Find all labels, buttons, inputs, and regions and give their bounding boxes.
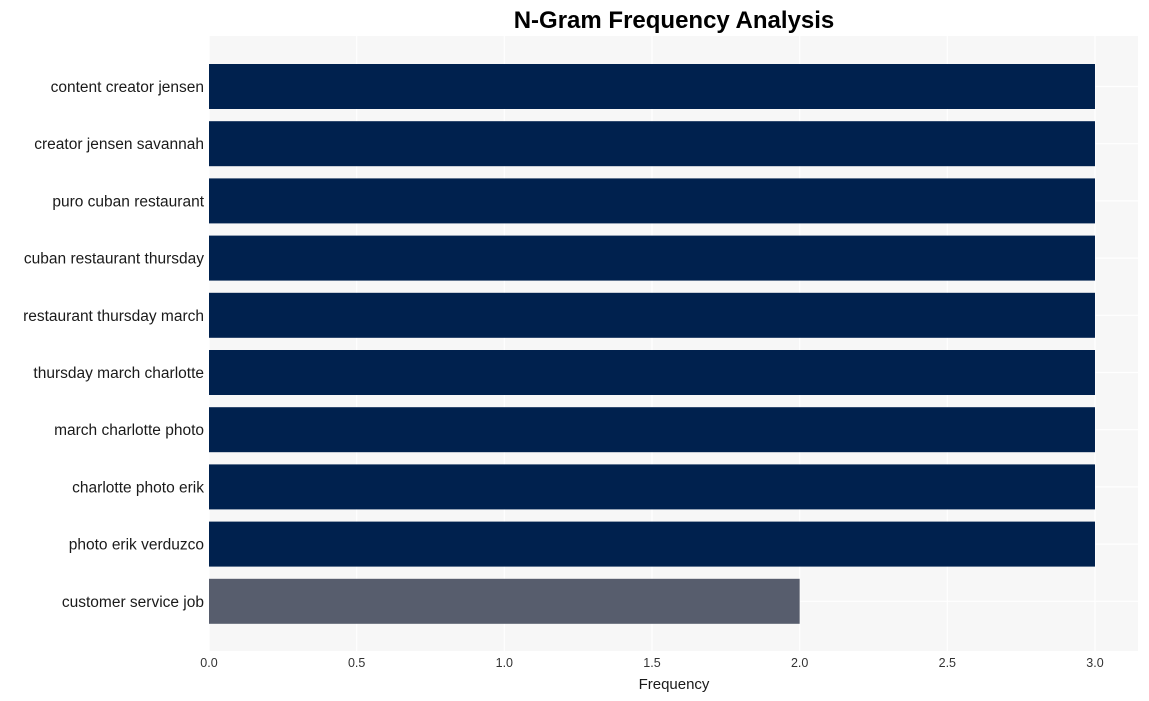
bar [209,64,1095,109]
bar [209,292,1095,338]
chart: N-Gram Frequency Analysis content creato… [23,7,1138,693]
bar [209,407,1095,453]
y-tick-label: customer service job [62,594,204,611]
bar [209,235,1095,281]
x-tick-label: 1.0 [496,656,513,670]
x-tick-label: 2.0 [791,656,808,670]
x-tick-label: 0.0 [200,656,217,670]
y-tick-label: puro cuban restaurant [52,193,204,210]
x-tick-label: 1.5 [643,656,660,670]
bar [209,121,1095,167]
y-axis-labels: content creator jensen creator jensen sav… [23,79,205,611]
y-tick-label: photo erik verduzco [69,537,204,554]
y-tick-label: charlotte photo erik [72,479,204,496]
y-tick-label: cuban restaurant thursday [24,251,204,268]
y-tick-label: restaurant thursday march [23,308,204,325]
y-tick-label: thursday march charlotte [33,365,204,382]
x-axis-ticks: 0.0 0.5 1.0 1.5 2.0 2.5 3.0 [200,656,1103,670]
bar [209,350,1095,395]
y-tick-label: creator jensen savannah [34,136,204,153]
bar [209,178,1095,224]
bar [209,521,1095,567]
y-tick-label: march charlotte photo [54,422,204,439]
bar [209,578,800,624]
bar [209,464,1095,510]
x-tick-label: 0.5 [348,656,365,670]
chart-title: N-Gram Frequency Analysis [514,7,835,34]
x-axis-label: Frequency [639,676,710,693]
x-tick-label: 2.5 [939,656,956,670]
y-tick-label: content creator jensen [51,79,204,96]
x-tick-label: 3.0 [1086,656,1103,670]
